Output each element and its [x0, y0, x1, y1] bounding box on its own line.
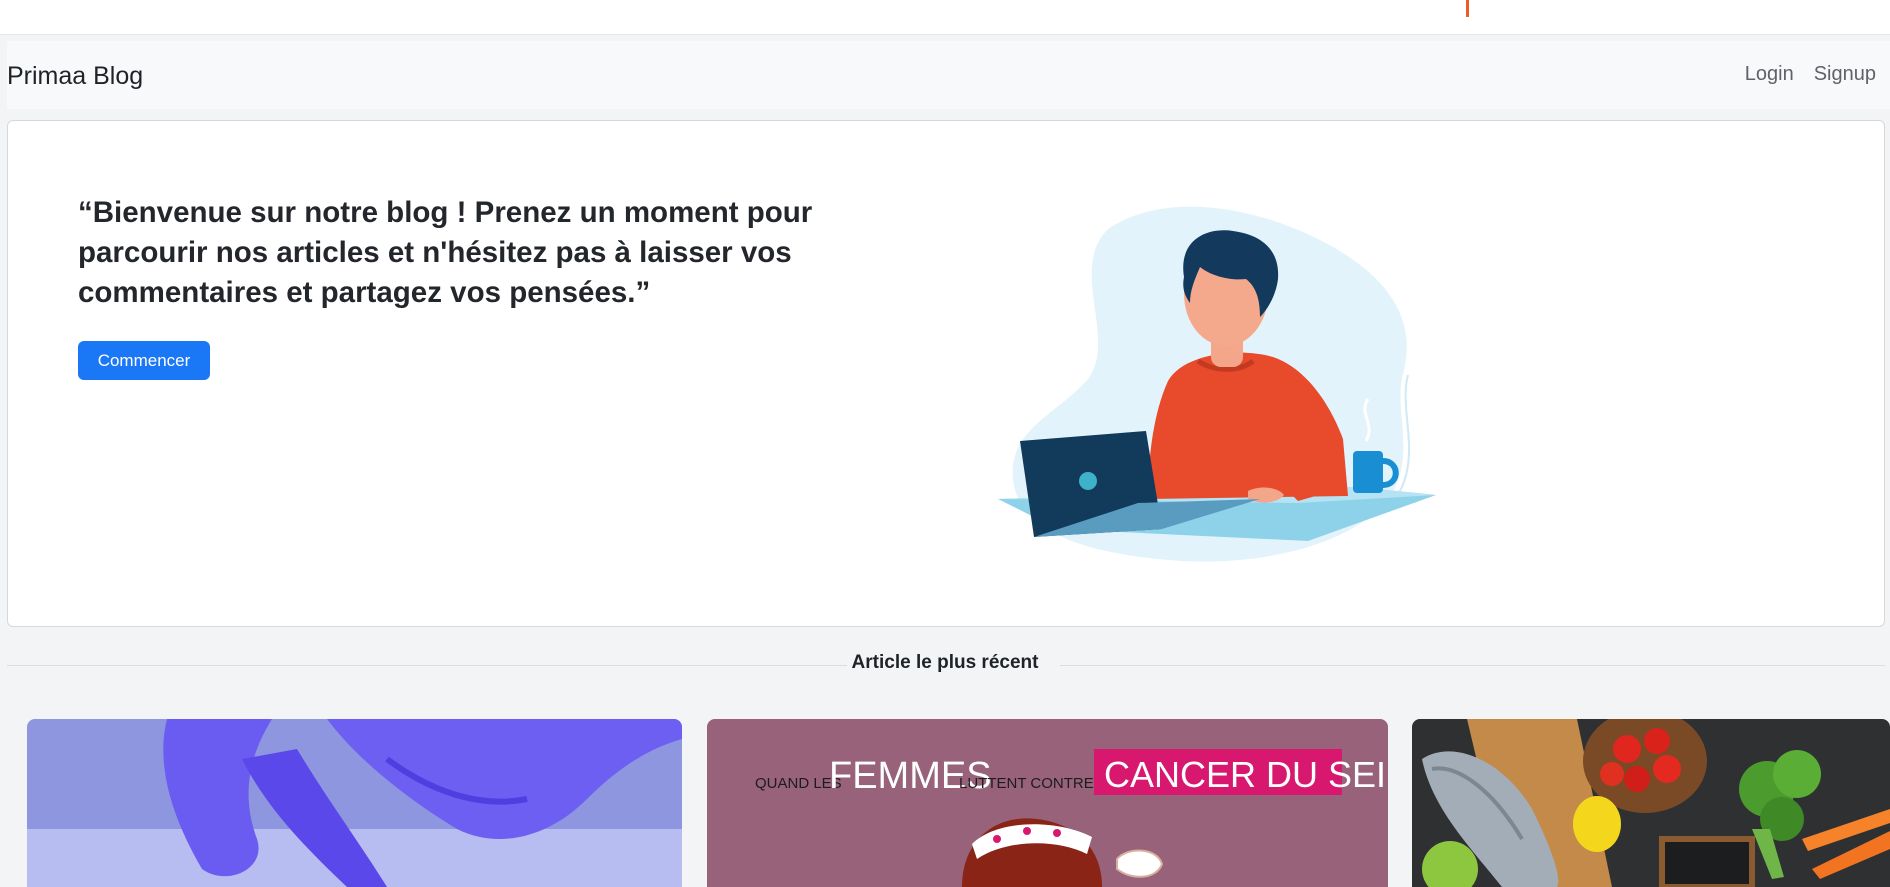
cancer-poster-image: QUAND LES FEMMES LUTTENT CONTRE LE CANCE… — [707, 719, 1388, 887]
browser-top-strip — [0, 0, 1890, 35]
article-card-2[interactable]: QUAND LES FEMMES LUTTENT CONTRE LE CANCE… — [707, 719, 1388, 887]
latest-articles-heading: Article le plus récent — [851, 652, 1039, 673]
hero-card: “Bienvenue sur notre blog ! Prenez un mo… — [7, 120, 1885, 627]
blogger-illustration — [998, 201, 1436, 562]
nav-links: Login Signup — [1745, 63, 1876, 86]
start-button[interactable]: Commencer — [78, 341, 210, 380]
poster-highlight-text: CANCER DU SEIN — [1104, 754, 1388, 795]
brand-link[interactable]: Primaa Blog — [7, 62, 143, 91]
hero-quote: “Bienvenue sur notre blog ! Prenez un mo… — [78, 196, 813, 309]
navbar: Primaa Blog Login Signup — [7, 41, 1890, 109]
article-card-1[interactable] — [27, 719, 682, 887]
healthy-food-image — [1412, 719, 1890, 887]
poster-small-text-2: LUTTENT CONTRE LE — [959, 775, 1116, 792]
article-card-3[interactable] — [1412, 719, 1890, 887]
login-link[interactable]: Login — [1745, 63, 1794, 86]
gloved-hand-image — [27, 719, 682, 887]
signup-link[interactable]: Signup — [1814, 63, 1876, 86]
accent-mark — [1466, 0, 1469, 17]
